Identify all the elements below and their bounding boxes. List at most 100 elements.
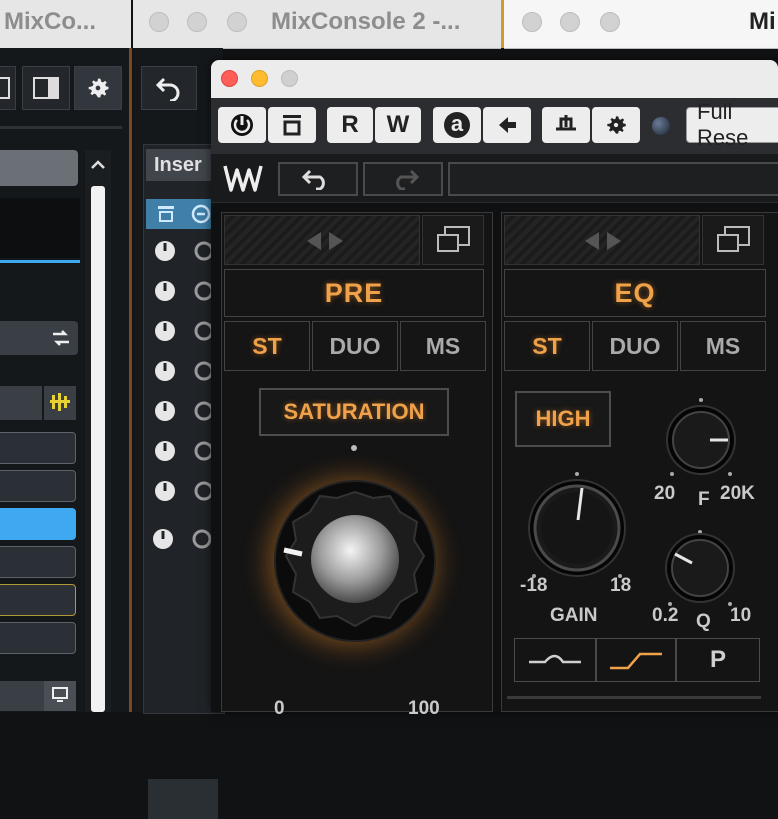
layout-button[interactable] bbox=[0, 66, 16, 110]
insert-power-last[interactable] bbox=[152, 528, 174, 550]
channel-header bbox=[0, 150, 78, 186]
chevron-up-icon[interactable] bbox=[90, 158, 106, 170]
monitor-button[interactable] bbox=[44, 681, 76, 711]
plugin-routing-button[interactable] bbox=[542, 107, 590, 143]
eq-module-header bbox=[504, 215, 700, 265]
gear-icon bbox=[88, 78, 109, 98]
freq-knob[interactable] bbox=[662, 398, 740, 478]
tab-title: Mi bbox=[749, 8, 776, 35]
eq-mode-st[interactable]: ST bbox=[504, 321, 590, 371]
redo-button[interactable] bbox=[363, 162, 443, 196]
mixconsole-left-panel bbox=[0, 48, 131, 712]
tab-title: MixConsole 2 -... bbox=[271, 8, 461, 35]
eq-module: EQ ST DUO MS HIGH 20 F 20K -18 18 GAIN 0… bbox=[501, 212, 778, 712]
bypass-icon[interactable] bbox=[156, 205, 176, 223]
status-led-icon bbox=[652, 117, 670, 135]
pre-module-handle bbox=[422, 215, 484, 265]
tab-mixconsole-2[interactable]: MixConsole 2 -... bbox=[133, 0, 501, 49]
undo-button[interactable] bbox=[278, 162, 358, 196]
plugin-window: R W a Full Rese PRE ST DUO MS SATURATION… bbox=[211, 60, 778, 719]
eq-mode-ms[interactable]: MS bbox=[680, 321, 766, 371]
plugin-settings-button[interactable] bbox=[592, 107, 640, 143]
expand-window-icon[interactable] bbox=[435, 225, 473, 255]
eq-module-handle bbox=[702, 215, 764, 265]
freq-max-label: 20K bbox=[720, 483, 755, 504]
scrollbar-thumb[interactable] bbox=[91, 186, 105, 712]
saturation-knob[interactable] bbox=[272, 458, 438, 642]
undo-button[interactable] bbox=[141, 66, 197, 110]
minimize-window-button[interactable] bbox=[251, 70, 268, 87]
host-toolbar: R W a Full Rese bbox=[211, 98, 778, 154]
write-automation-button[interactable]: W bbox=[375, 107, 421, 143]
right-zone-button[interactable] bbox=[22, 66, 70, 110]
plugin-power-button[interactable] bbox=[218, 107, 266, 143]
plugin-titlebar bbox=[211, 60, 778, 98]
routing-row[interactable] bbox=[0, 321, 78, 355]
freq-label: F bbox=[698, 489, 710, 510]
prev-next-arrows-icon[interactable] bbox=[581, 230, 625, 252]
pre-mode-ms[interactable]: MS bbox=[400, 321, 486, 371]
zoom-window-button[interactable] bbox=[600, 12, 620, 32]
channel-strip-row[interactable] bbox=[0, 386, 42, 420]
tab-mixconsole-1[interactable]: MixCo... bbox=[0, 0, 131, 49]
minimize-window-button[interactable] bbox=[187, 12, 207, 32]
edit-icon bbox=[192, 529, 212, 549]
insert-slot[interactable] bbox=[0, 470, 76, 502]
routing-icon bbox=[556, 115, 576, 131]
mixconsole-middle-panel: Inser bbox=[133, 48, 226, 819]
q-min-label: 0.2 bbox=[652, 605, 679, 626]
insert-edit-last[interactable] bbox=[191, 528, 213, 550]
saturation-button[interactable]: SATURATION bbox=[259, 388, 449, 436]
knob-top-dot bbox=[351, 445, 357, 451]
q-max-label: 10 bbox=[730, 605, 752, 626]
a-label: a bbox=[444, 112, 470, 138]
gear-icon bbox=[607, 116, 626, 134]
saturation-max-label: 100 bbox=[408, 698, 440, 719]
pre-mode-duo[interactable]: DUO bbox=[312, 321, 398, 371]
expand-window-icon[interactable] bbox=[715, 225, 753, 255]
q-knob[interactable] bbox=[662, 528, 738, 608]
meter-line bbox=[0, 260, 80, 263]
panel-separator bbox=[0, 126, 122, 129]
gain-knob[interactable] bbox=[524, 468, 630, 583]
edit-icon[interactable] bbox=[190, 203, 212, 225]
knob-body-icon bbox=[274, 480, 436, 642]
side-chain-button[interactable] bbox=[483, 107, 531, 143]
filter-shelf-button[interactable] bbox=[596, 638, 676, 682]
zoom-window-button[interactable] bbox=[227, 12, 247, 32]
q-label: Q bbox=[696, 611, 711, 632]
insert-slot-highlighted[interactable] bbox=[0, 584, 76, 616]
read-automation-button[interactable]: R bbox=[327, 107, 373, 143]
filter-p-button[interactable]: P bbox=[676, 638, 760, 682]
filter-bell-button[interactable] bbox=[514, 638, 596, 682]
waves-preset-field[interactable] bbox=[448, 162, 778, 196]
right-zone-icon bbox=[33, 77, 59, 99]
zoom-window-button[interactable] bbox=[281, 70, 298, 87]
preset-a-button[interactable]: a bbox=[433, 107, 481, 143]
minimize-window-button[interactable] bbox=[560, 12, 580, 32]
meter-area bbox=[0, 198, 80, 258]
insert-slot[interactable] bbox=[0, 622, 76, 654]
close-window-button[interactable] bbox=[522, 12, 542, 32]
tab-mixconsole-3[interactable]: Mi bbox=[504, 0, 778, 49]
monitor-icon bbox=[52, 687, 68, 702]
close-window-button[interactable] bbox=[149, 12, 169, 32]
scrollbar[interactable] bbox=[85, 150, 111, 712]
arrow-left-icon bbox=[499, 117, 516, 133]
preset-field[interactable]: Full Rese bbox=[686, 99, 778, 150]
channel-settings-button[interactable] bbox=[44, 386, 76, 420]
eq-icon bbox=[50, 393, 70, 411]
power-icon bbox=[231, 114, 253, 136]
bypass-button[interactable] bbox=[268, 107, 316, 143]
insert-slot[interactable] bbox=[0, 432, 76, 464]
waves-logo-icon bbox=[223, 165, 263, 192]
eq-mode-duo[interactable]: DUO bbox=[592, 321, 678, 371]
pre-mode-st[interactable]: ST bbox=[224, 321, 310, 371]
settings-button[interactable] bbox=[74, 66, 122, 110]
prev-next-arrows-icon[interactable] bbox=[303, 230, 347, 252]
eq-band-high-button[interactable]: HIGH bbox=[515, 391, 611, 447]
insert-slot-selected[interactable] bbox=[0, 508, 76, 540]
close-window-button[interactable] bbox=[221, 70, 238, 87]
power-icon bbox=[153, 529, 173, 549]
insert-slot[interactable] bbox=[0, 546, 76, 578]
